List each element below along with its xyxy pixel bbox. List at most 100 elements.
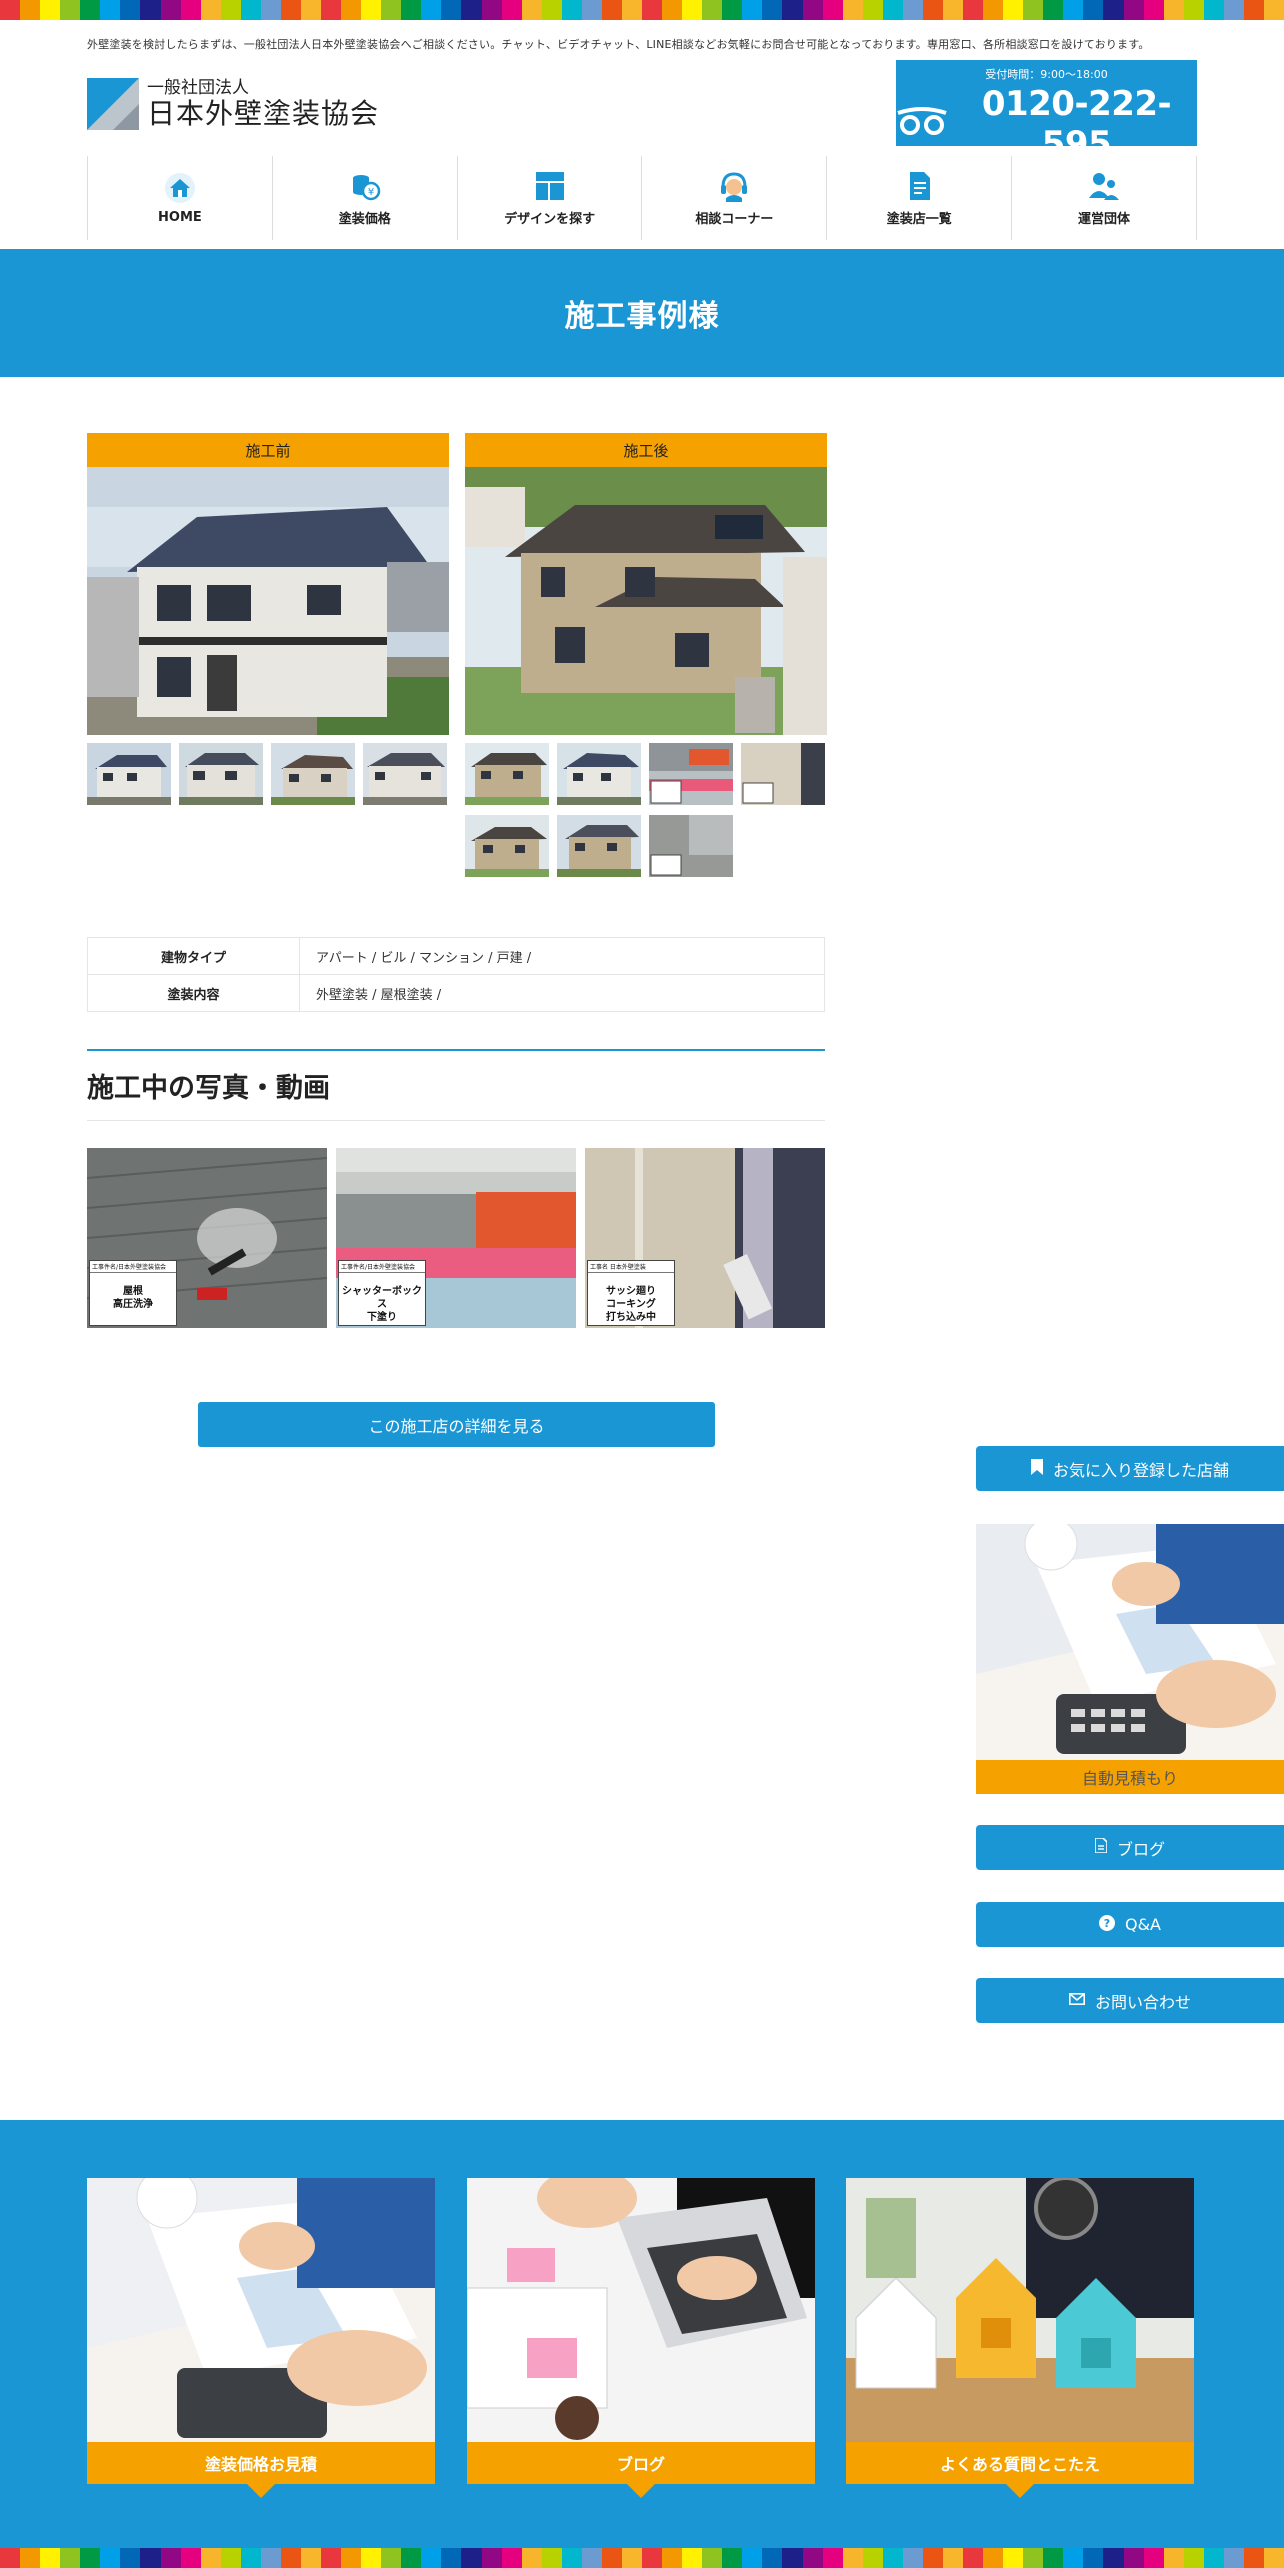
rainbow-segment: [300, 2548, 321, 2568]
rainbow-segment: [561, 0, 582, 20]
shop-detail-button[interactable]: この施工店の詳細を見る: [198, 1402, 715, 1447]
rainbow-segment: [682, 0, 703, 20]
nav-item-shops[interactable]: 塗装店一覧: [827, 156, 1013, 240]
document-icon: [910, 171, 931, 200]
rainbow-segment: [240, 0, 261, 20]
spec-value: 外壁塗装 / 屋根塗装 /: [299, 974, 825, 1012]
after-thumb[interactable]: [465, 743, 549, 805]
after-thumb[interactable]: [649, 743, 733, 805]
table-row: 建物タイプ アパート / ビル / マンション / 戸建 /: [87, 937, 825, 975]
rainbow-segment: [401, 2548, 422, 2568]
board-header: 工事件名/日本外壁塗装協会: [339, 1261, 425, 1273]
rainbow-segment: [240, 2548, 261, 2568]
rainbow-segment: [1183, 0, 1204, 20]
rainbow-segment: [441, 0, 462, 20]
rainbow-segment: [742, 2548, 763, 2568]
footer-card-faq[interactable]: よくある質問とこたえ: [846, 2178, 1194, 2498]
rainbow-segment: [902, 0, 923, 20]
contact-button[interactable]: お問い合わせ: [976, 1978, 1284, 2023]
home-icon: [164, 172, 195, 203]
favorites-button[interactable]: お気に入り登録した店舗: [976, 1446, 1284, 1491]
after-thumb[interactable]: [557, 815, 641, 877]
rainbow-segment: [1023, 2548, 1044, 2568]
rainbow-segment: [20, 2548, 41, 2568]
logo-subtitle: 一般社団法人: [147, 78, 249, 98]
work-board: 工事件名/日本外壁塗装協会 屋根 高圧洗浄: [89, 1260, 177, 1326]
phone-number: 0120-222-595: [981, 84, 1172, 164]
rainbow-segment: [541, 2548, 562, 2568]
work-section-header: 施工中の写真・動画: [87, 1049, 825, 1121]
nav-item-home[interactable]: HOME: [88, 156, 273, 240]
before-thumb[interactable]: [179, 743, 263, 805]
before-thumb[interactable]: [271, 743, 355, 805]
headset-icon: [721, 171, 748, 202]
rainbow-segment: [963, 2548, 984, 2568]
nav-item-consult[interactable]: 相談コーナー: [642, 156, 828, 240]
rainbow-segment: [441, 2548, 462, 2568]
rainbow-segment: [200, 2548, 221, 2568]
rainbow-segment: [1243, 2548, 1264, 2568]
qa-button[interactable]: ? Q&A: [976, 1902, 1284, 1947]
rainbow-segment: [802, 0, 823, 20]
nav-item-organization[interactable]: 運営団体: [1012, 156, 1197, 240]
work-photo[interactable]: 工事件名/日本外壁塗装協会 屋根 高圧洗浄: [87, 1148, 327, 1328]
auto-estimate-banner[interactable]: 自動見積もり: [976, 1524, 1284, 1794]
blog-button[interactable]: ブログ: [976, 1825, 1284, 1870]
file-icon: [1094, 1837, 1108, 1857]
rainbow-segment: [461, 0, 482, 20]
section-title: 施工中の写真・動画: [87, 1073, 330, 1104]
before-main-photo[interactable]: [87, 467, 449, 735]
rainbow-segment: [1023, 0, 1044, 20]
board-caption: シャッターボックス: [342, 1286, 422, 1310]
board-header: 工事件名/日本外壁塗装協会: [90, 1261, 176, 1273]
rainbow-segment: [0, 2548, 21, 2568]
rainbow-segment: [762, 2548, 783, 2568]
logo-mark-icon: [87, 78, 139, 130]
rainbow-segment: [722, 2548, 743, 2568]
after-thumb[interactable]: [465, 815, 549, 877]
before-thumb[interactable]: [363, 743, 447, 805]
table-row: 塗装内容 外壁塗装 / 屋根塗装 /: [87, 974, 825, 1012]
work-board: 工事件名/日本外壁塗装協会 シャッターボックス 下塗り: [338, 1260, 426, 1326]
rainbow-segment: [1123, 2548, 1144, 2568]
rainbow-segment: [601, 2548, 622, 2568]
work-photo[interactable]: 工事名 日本外壁塗装 サッシ廻り コーキング 打ち込み中: [585, 1148, 825, 1328]
coins-icon: ¥: [352, 174, 380, 200]
nav-item-design[interactable]: デザインを探す: [458, 156, 643, 240]
envelope-icon: [1068, 1992, 1085, 2009]
phone-contact-box[interactable]: 受付時間：9:00〜18:00 0120-222-595 お問合わせ: [896, 60, 1197, 182]
rainbow-segment: [280, 2548, 301, 2568]
footer-card-blog[interactable]: ブログ: [467, 2178, 815, 2498]
nav-label: 塗装店一覧: [886, 211, 952, 227]
rainbow-segment: [120, 0, 141, 20]
footer-card-estimate[interactable]: 塗装価格お見積: [87, 2178, 435, 2498]
rainbow-segment: [1223, 2548, 1244, 2568]
rainbow-segment: [280, 0, 301, 20]
after-main-photo[interactable]: [465, 467, 827, 735]
site-logo[interactable]: 一般社団法人 日本外壁塗装協会: [87, 78, 379, 130]
rainbow-segment: [682, 2548, 703, 2568]
rainbow-segment: [581, 2548, 602, 2568]
work-board: 工事名 日本外壁塗装 サッシ廻り コーキング 打ち込み中: [587, 1260, 675, 1326]
work-photo[interactable]: 工事件名/日本外壁塗装協会 シャッターボックス 下塗り: [336, 1148, 576, 1328]
rainbow-segment: [100, 0, 121, 20]
logo-title: 日本外壁塗装協会: [147, 97, 380, 130]
spec-key: 塗装内容: [87, 974, 300, 1012]
svg-text:?: ?: [1104, 1917, 1110, 1930]
faq-card-photo: [846, 2178, 1194, 2442]
rainbow-segment: [942, 2548, 963, 2568]
rainbow-segment: [1203, 2548, 1224, 2568]
rainbow-segment: [1083, 0, 1104, 20]
rainbow-segment: [140, 0, 161, 20]
after-thumb[interactable]: [741, 743, 825, 805]
rainbow-segment: [762, 0, 783, 20]
rainbow-segment: [842, 0, 863, 20]
rainbow-segment: [1063, 0, 1084, 20]
after-thumb[interactable]: [649, 815, 733, 877]
before-thumb[interactable]: [87, 743, 171, 805]
rainbow-segment: [100, 2548, 121, 2568]
after-thumb[interactable]: [557, 743, 641, 805]
rainbow-segment: [702, 2548, 723, 2568]
nav-item-price[interactable]: ¥ 塗装価格: [273, 156, 458, 240]
rainbow-segment: [1183, 2548, 1204, 2568]
